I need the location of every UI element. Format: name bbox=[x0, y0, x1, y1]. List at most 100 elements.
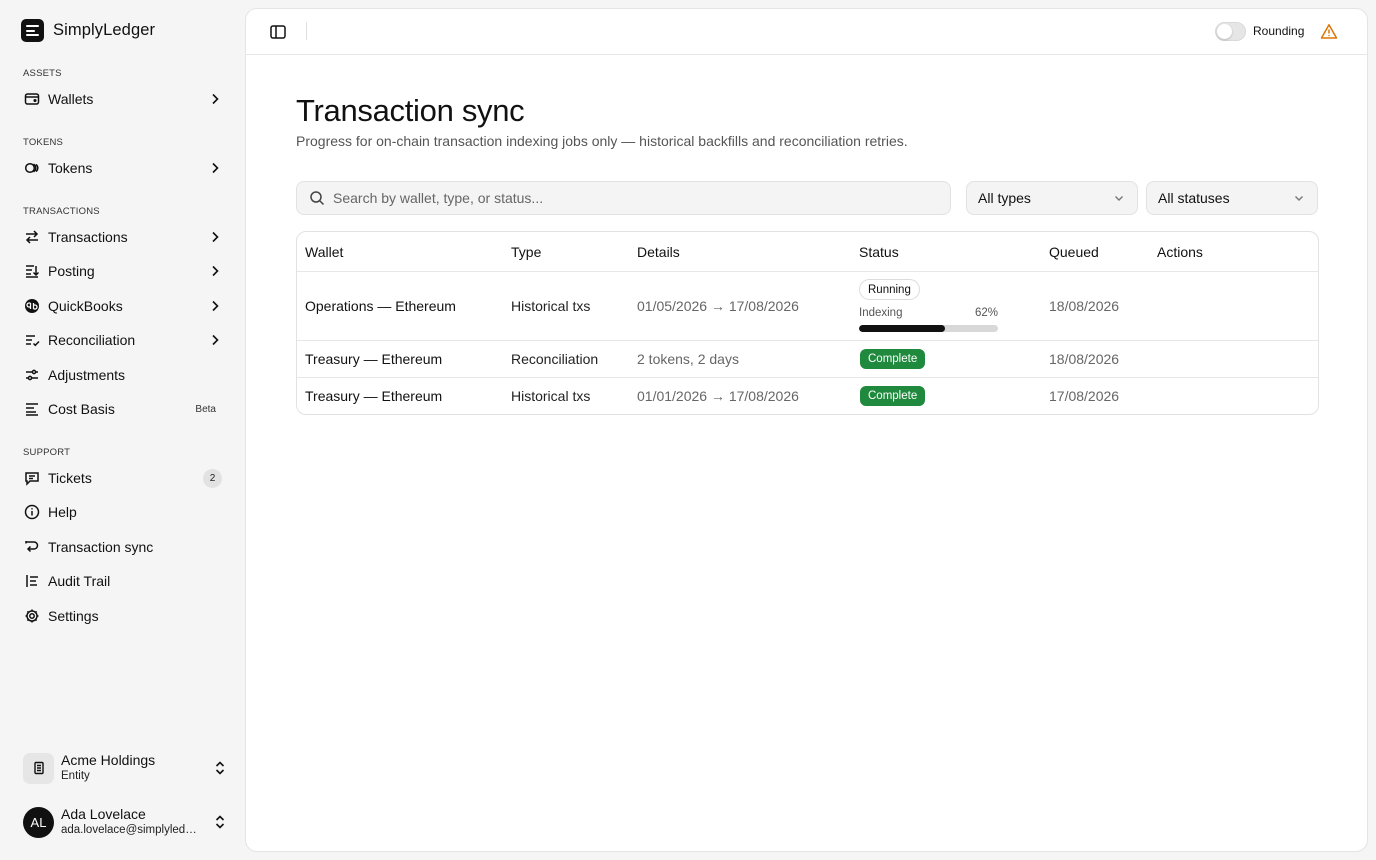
sidebar-item-settings[interactable]: Settings bbox=[16, 601, 228, 631]
section-label-tokens: TOKENS bbox=[23, 137, 64, 148]
sidebar-item-audit-trail[interactable]: Audit Trail bbox=[16, 566, 228, 596]
cell-type: Historical txs bbox=[511, 388, 591, 404]
sidebar-item-label: Tickets bbox=[48, 470, 92, 486]
progress-bar bbox=[859, 325, 998, 332]
sidebar-item-quickbooks[interactable]: QuickBooks bbox=[16, 291, 228, 321]
cell-queued: 18/08/2026 bbox=[1049, 298, 1120, 314]
gear-icon bbox=[23, 608, 40, 625]
cell-wallet: Operations — Ethereum bbox=[305, 298, 456, 314]
search-input[interactable] bbox=[333, 190, 913, 206]
sidebar-item-label: Tokens bbox=[48, 160, 93, 176]
divider bbox=[297, 271, 1318, 272]
list-check-icon bbox=[23, 332, 40, 349]
progress-percent: 62% bbox=[975, 307, 999, 319]
status-badge: Complete bbox=[860, 349, 926, 369]
entity-name: Acme Holdings bbox=[61, 752, 156, 768]
sidebar-item-label: Transactions bbox=[48, 229, 128, 245]
chevron-down-icon bbox=[1115, 196, 1123, 201]
rounding-toggle[interactable] bbox=[1215, 22, 1246, 41]
sidebar-item-label: Adjustments bbox=[48, 367, 126, 383]
sidebar: SimplyLedger ASSETS Wallets TOKENS Token… bbox=[0, 0, 244, 860]
audit-list-icon bbox=[23, 573, 40, 590]
user-menu[interactable]: AL Ada Lovelace ada.lovelace@simplyledge… bbox=[23, 805, 228, 839]
topbar: Rounding bbox=[246, 9, 1367, 55]
cell-wallet: Treasury — Ethereum bbox=[305, 388, 443, 404]
sidebar-item-label: QuickBooks bbox=[48, 298, 123, 314]
sync-arrow-icon bbox=[23, 539, 40, 556]
progress-fill bbox=[859, 325, 946, 332]
cell-details: 01/05/2026 → 17/08/2026 bbox=[637, 298, 799, 314]
brand[interactable]: SimplyLedger bbox=[21, 19, 155, 42]
chevron-right-icon bbox=[212, 93, 219, 105]
sidebar-item-tokens[interactable]: Tokens bbox=[16, 153, 228, 183]
progress-label: Indexing bbox=[859, 307, 903, 319]
cell-wallet: Treasury — Ethereum bbox=[305, 351, 443, 367]
divider bbox=[297, 377, 1318, 378]
sidebar-item-reconciliation[interactable]: Reconciliation bbox=[16, 325, 228, 355]
cell-type: Historical txs bbox=[511, 298, 591, 314]
tickets-count-badge: 2 bbox=[203, 468, 222, 488]
section-label-support: SUPPORT bbox=[23, 447, 71, 458]
sidebar-item-help[interactable]: Help bbox=[16, 497, 228, 527]
page-subtitle: Progress for on-chain transaction indexi… bbox=[296, 133, 908, 149]
sidebar-item-label: Reconciliation bbox=[48, 332, 136, 348]
chevron-up-down-icon bbox=[215, 761, 225, 775]
status-filter-value: All statuses bbox=[1158, 190, 1230, 206]
status-badge: Running bbox=[859, 279, 920, 300]
sidebar-item-label: Wallets bbox=[48, 91, 94, 107]
brand-name: SimplyLedger bbox=[53, 21, 156, 39]
divider bbox=[297, 340, 1318, 341]
sidebar-item-label: Help bbox=[48, 504, 77, 520]
cell-type: Reconciliation bbox=[511, 351, 599, 367]
jobs-table: Wallet Type Details Status Queued Action… bbox=[296, 231, 1319, 415]
column-header-type[interactable]: Type bbox=[511, 244, 541, 260]
section-label-assets: ASSETS bbox=[23, 68, 62, 79]
chevron-down-icon bbox=[1295, 196, 1303, 201]
cell-details: 2 tokens, 2 days bbox=[637, 351, 739, 367]
beta-badge: Beta bbox=[195, 403, 216, 415]
cell-queued: 17/08/2026 bbox=[1049, 388, 1120, 404]
sidebar-item-tickets[interactable]: Tickets 2 bbox=[16, 463, 228, 493]
chevron-right-icon bbox=[212, 265, 219, 277]
column-header-actions: Actions bbox=[1157, 244, 1203, 260]
entity-switcher[interactable]: Acme Holdings Entity bbox=[23, 751, 228, 785]
info-icon bbox=[23, 504, 40, 521]
column-header-queued[interactable]: Queued bbox=[1049, 244, 1099, 260]
sidebar-item-transaction-sync[interactable]: Transaction sync bbox=[16, 532, 228, 562]
divider bbox=[306, 22, 307, 40]
sidebar-item-label: Posting bbox=[48, 263, 95, 279]
search-box bbox=[296, 181, 951, 215]
sliders-icon bbox=[23, 367, 40, 384]
page-title: Transaction sync bbox=[296, 93, 525, 128]
sidebar-item-posting[interactable]: Posting bbox=[16, 256, 228, 286]
sidebar-item-cost-basis[interactable]: Cost Basis Beta bbox=[16, 394, 228, 424]
cell-details: 01/01/2026 → 17/08/2026 bbox=[637, 388, 799, 404]
cell-queued: 18/08/2026 bbox=[1049, 351, 1120, 367]
user-name: Ada Lovelace bbox=[61, 806, 146, 822]
entity-icon bbox=[23, 752, 54, 784]
status-badge: Complete bbox=[860, 386, 926, 406]
type-filter-select[interactable]: All types bbox=[966, 181, 1138, 215]
sidebar-toggle-icon[interactable] bbox=[269, 23, 287, 41]
type-filter-value: All types bbox=[978, 190, 1031, 206]
search-icon bbox=[310, 191, 325, 206]
column-header-details[interactable]: Details bbox=[637, 244, 680, 260]
user-email: ada.lovelace@simplyledger.io bbox=[61, 824, 199, 836]
sidebar-item-wallets[interactable]: Wallets bbox=[16, 84, 228, 114]
sidebar-item-transactions[interactable]: Transactions bbox=[16, 222, 228, 252]
coins-icon bbox=[23, 160, 40, 177]
chevron-right-icon bbox=[212, 300, 219, 312]
column-header-wallet[interactable]: Wallet bbox=[305, 244, 343, 260]
section-label-transactions: TRANSACTIONS bbox=[23, 206, 100, 217]
avatar: AL bbox=[23, 806, 54, 838]
sidebar-item-adjustments[interactable]: Adjustments bbox=[16, 360, 228, 390]
arrows-left-right-icon bbox=[23, 229, 40, 246]
rounding-label: Rounding bbox=[1253, 24, 1305, 38]
sidebar-item-label: Transaction sync bbox=[48, 539, 154, 555]
posting-icon bbox=[23, 263, 40, 280]
sidebar-item-label: Audit Trail bbox=[48, 573, 111, 589]
brand-logo-icon bbox=[21, 19, 44, 42]
column-header-status[interactable]: Status bbox=[859, 244, 899, 260]
status-filter-select[interactable]: All statuses bbox=[1146, 181, 1318, 215]
warning-icon[interactable] bbox=[1320, 23, 1338, 40]
